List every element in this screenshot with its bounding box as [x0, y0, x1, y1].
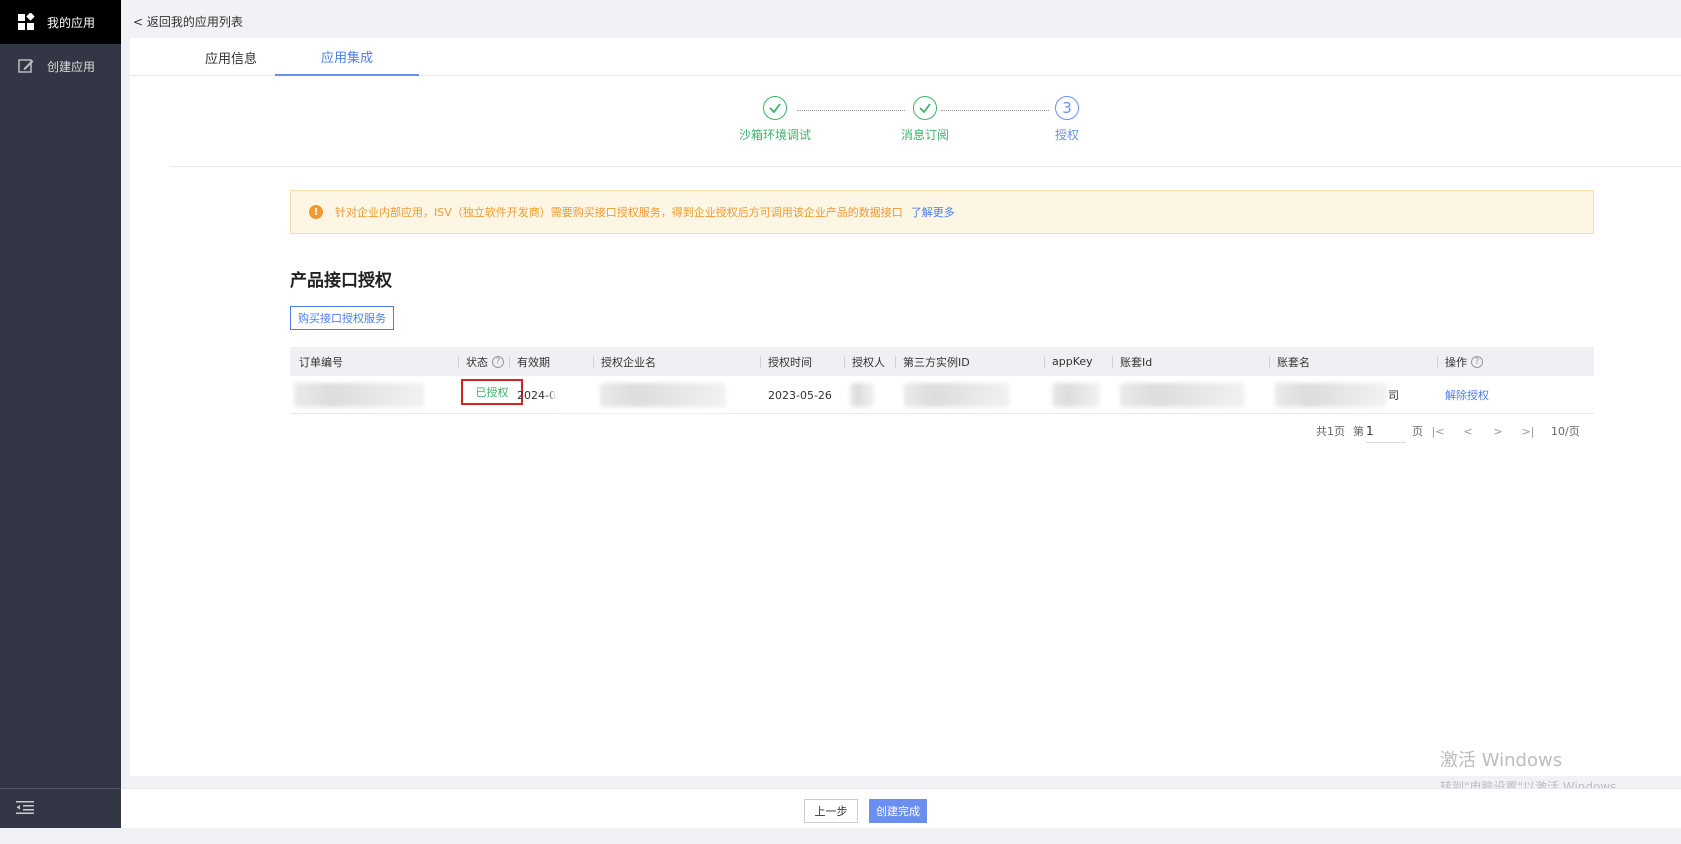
help-icon[interactable]: ?: [492, 355, 504, 368]
bottom-strip: [0, 828, 1681, 844]
account-name-suffix: 司: [1388, 389, 1399, 402]
step-connector: [941, 110, 1049, 111]
warning-icon: !: [309, 205, 323, 219]
notice-text: 针对企业内部应用，ISV（独立软件开发商）需要购买接口授权服务，得到企业授权后方…: [335, 206, 903, 219]
redacted-order-id: [294, 383, 424, 407]
section-title: 产品接口授权: [290, 271, 392, 291]
step-label: 消息订阅: [900, 128, 949, 142]
tab-app-info[interactable]: 应用信息: [177, 38, 285, 76]
sidebar-collapse-button[interactable]: [0, 788, 121, 828]
column-header: 操作?: [1437, 347, 1483, 376]
column-header: 账套Id: [1112, 347, 1152, 376]
auth-table: 订单编号 状态? 有效期 授权企业名 授权时间 授权人 第三方实例ID appK…: [290, 347, 1594, 414]
main-panel: < 返回我的应用列表 应用信息 应用集成 沙箱环境调试 消息订阅 3 授权 ! …: [130, 4, 1681, 776]
status-badge: 已授权: [461, 379, 523, 405]
sidebar-item-label: 创建应用: [47, 59, 96, 74]
help-icon[interactable]: ?: [1471, 355, 1483, 368]
apps-grid-icon: [17, 13, 35, 31]
table-row: 已授权 2024-05- 2023-05-26 司 解除授权: [290, 376, 1594, 414]
divider: [170, 166, 1681, 167]
learn-more-link[interactable]: 了解更多: [911, 204, 955, 220]
tab-bar: 应用信息 应用集成: [130, 38, 1681, 76]
footer-bar: 上一步 创建完成: [121, 788, 1681, 828]
column-header: 第三方实例ID: [895, 347, 970, 376]
sidebar-item-my-apps[interactable]: 我的应用: [0, 0, 121, 44]
last-page-icon[interactable]: >|: [1517, 425, 1539, 438]
redacted-authorizer: [850, 383, 874, 407]
redacted-account-name: [1275, 383, 1387, 407]
check-icon: [763, 96, 787, 120]
back-to-app-list-link[interactable]: < 返回我的应用列表: [133, 13, 243, 30]
step-authorize: 3 授权: [1043, 96, 1091, 143]
check-icon: [913, 96, 937, 120]
edit-icon: [17, 57, 35, 75]
column-header: 状态?: [458, 347, 504, 376]
pagination: 共1页 第 页 |< < > >| 10/页: [1316, 419, 1580, 443]
column-header: 授权人: [844, 347, 885, 376]
watermark-line-1: 激活 Windows: [1440, 750, 1563, 771]
page-number-input[interactable]: [1366, 419, 1406, 443]
redacted-appkey: [1052, 383, 1100, 407]
tab-app-integration[interactable]: 应用集成: [275, 38, 419, 76]
page-suffix: 页: [1412, 425, 1423, 438]
page-prefix: 第: [1353, 425, 1364, 438]
sidebar: 我的应用 创建应用: [0, 0, 121, 828]
sidebar-item-label: 我的应用: [47, 15, 96, 30]
step-connector: [797, 110, 905, 111]
column-header: 授权企业名: [593, 347, 656, 376]
finish-create-button[interactable]: 创建完成: [869, 799, 927, 823]
total-pages: 共1页: [1316, 425, 1345, 438]
collapse-menu-icon: [16, 800, 34, 817]
stepper: 沙箱环境调试 消息订阅 3 授权: [130, 96, 1681, 162]
notice-banner: ! 针对企业内部应用，ISV（独立软件开发商）需要购买接口授权服务，得到企业授权…: [290, 190, 1594, 234]
redacted-instance-id: [904, 383, 1010, 407]
column-header: 有效期: [509, 347, 550, 376]
step-number: 3: [1055, 96, 1079, 120]
auth-time-cell: 2023-05-26: [768, 388, 832, 402]
page-size-select[interactable]: 10/页: [1551, 423, 1580, 439]
first-page-icon[interactable]: |<: [1427, 425, 1449, 438]
previous-step-button[interactable]: 上一步: [804, 799, 858, 823]
column-header: appKey: [1044, 347, 1093, 376]
topbar: < 返回我的应用列表: [130, 4, 1681, 38]
revoke-auth-link[interactable]: 解除授权: [1445, 376, 1489, 414]
sidebar-item-create-app[interactable]: 创建应用: [0, 44, 121, 88]
next-page-icon[interactable]: >: [1487, 425, 1509, 438]
column-header: 账套名: [1269, 347, 1310, 376]
table-header: 订单编号 状态? 有效期 授权企业名 授权时间 授权人 第三方实例ID appK…: [290, 347, 1594, 376]
redacted-company-name: [600, 383, 726, 407]
column-header: 授权时间: [760, 347, 812, 376]
step-sandbox: 沙箱环境调试: [739, 96, 811, 143]
step-label: 沙箱环境调试: [739, 128, 812, 142]
column-header: 订单编号: [299, 355, 343, 369]
prev-page-icon[interactable]: <: [1457, 425, 1479, 438]
step-message-subscription: 消息订阅: [895, 96, 955, 143]
redacted-account-id: [1120, 383, 1245, 407]
step-label: 授权: [1054, 128, 1079, 142]
buy-auth-service-button[interactable]: 购买接口授权服务: [290, 306, 394, 330]
